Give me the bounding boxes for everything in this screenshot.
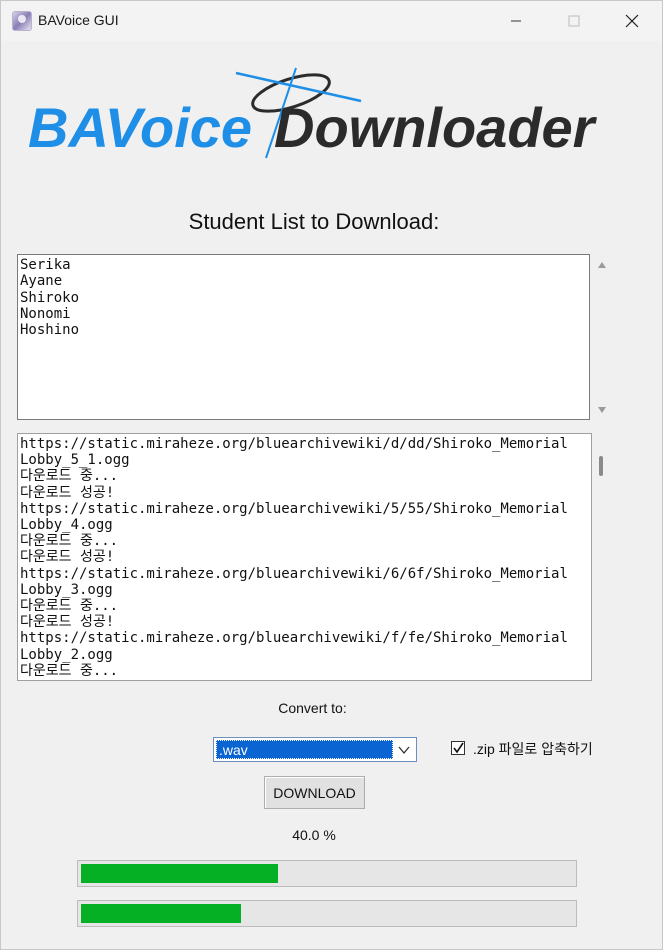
- student-list-heading: Student List to Download:: [188, 209, 440, 234]
- download-button[interactable]: DOWNLOAD: [264, 776, 365, 809]
- title-bar[interactable]: BAVoice GUI: [1, 1, 662, 41]
- log-line: https://static.miraheze.org/bluearchivew…: [20, 630, 568, 647]
- log-line: Lobby_2.ogg: [20, 646, 113, 663]
- student-line: Hoshino: [20, 322, 80, 339]
- close-button[interactable]: [603, 1, 661, 41]
- chevron-down-icon: [398, 746, 410, 755]
- checkmark-icon: [453, 742, 464, 754]
- download-log[interactable]: https://static.miraheze.org/bluearchivew…: [17, 433, 592, 681]
- logo-text-downloader: Downloader: [274, 96, 598, 159]
- log-line: 다운로드 성공!: [20, 484, 115, 501]
- current-progress-bar: [77, 900, 577, 927]
- overall-progress-fill: [81, 864, 278, 883]
- scroll-down-arrow-icon[interactable]: [596, 404, 608, 416]
- close-icon: [625, 14, 639, 28]
- zip-checkbox-label[interactable]: .zip 파일로 압축하기: [473, 739, 593, 759]
- student-line: Shiroko: [20, 289, 80, 306]
- logo-text-bavoice: BAVoice: [28, 96, 252, 159]
- current-progress-fill: [81, 904, 241, 923]
- log-line: https://static.miraheze.org/bluearchivew…: [20, 565, 568, 582]
- log-line: 다운로드 중...: [20, 468, 119, 485]
- app-icon: [12, 11, 32, 31]
- maximize-button[interactable]: [545, 1, 603, 41]
- progress-percent: 40.0 %: [292, 827, 336, 843]
- convert-to-label: Convert to:: [278, 700, 347, 716]
- zip-checkbox[interactable]: [451, 741, 465, 755]
- log-line: Lobby_4.ogg: [20, 517, 113, 534]
- window-title: BAVoice GUI: [38, 12, 119, 28]
- log-line: 다운로드 성공!: [20, 549, 115, 566]
- maximize-icon: [568, 15, 580, 27]
- minimize-icon: [511, 20, 521, 22]
- student-list-textarea[interactable]: Serika Ayane Shiroko Nonomi Hoshino: [17, 254, 590, 420]
- student-line: Ayane: [20, 273, 63, 290]
- log-line: https://static.miraheze.org/bluearchivew…: [20, 500, 568, 517]
- student-line: Serika: [20, 257, 71, 273]
- overall-progress-bar: [77, 860, 577, 887]
- student-line: Nonomi: [20, 305, 71, 322]
- log-line: 다운로드 중...: [20, 598, 119, 615]
- format-select[interactable]: .wav: [213, 737, 417, 762]
- log-line: Lobby_3.ogg: [20, 581, 113, 598]
- log-line: 다운로드 중...: [20, 662, 119, 679]
- scroll-up-arrow-icon[interactable]: [596, 259, 608, 271]
- app-window: BAVoice GUI BAVoice Downloader Student L…: [0, 0, 663, 950]
- log-line: Lobby_5_1.ogg: [20, 452, 130, 469]
- log-line: 다운로드 중...: [20, 533, 119, 550]
- log-scrollbar-thumb[interactable]: [599, 456, 603, 476]
- logo: BAVoice Downloader: [28, 67, 598, 159]
- log-line: https://static.miraheze.org/bluearchivew…: [20, 436, 568, 452]
- log-line: 다운로드 성공!: [20, 614, 115, 631]
- minimize-button[interactable]: [487, 1, 545, 41]
- format-select-value: .wav: [216, 740, 393, 759]
